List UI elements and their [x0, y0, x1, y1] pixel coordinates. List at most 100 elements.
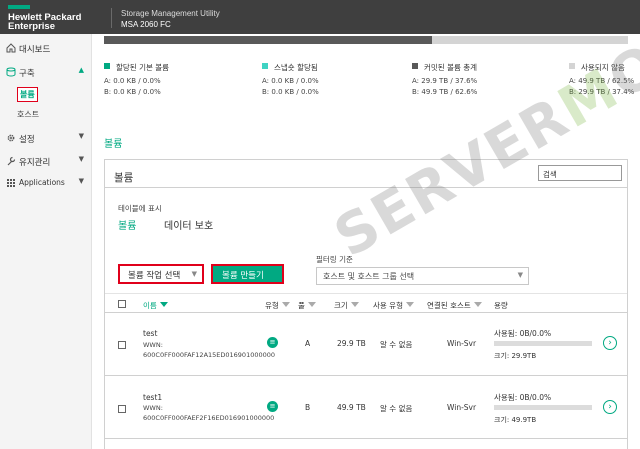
capacity-size-value: 크기: 49.9TB — [494, 416, 537, 424]
usage-type-value: 알 수 없음 — [380, 404, 413, 413]
size-value: 29.9 TB — [337, 339, 366, 348]
volume-type-icon: ≡ — [267, 337, 278, 348]
wwn-value: 600C0FF000FAF12A15ED016901000000 — [143, 351, 276, 359]
legend-title: 스냅숏 할당됨 — [274, 63, 318, 72]
volume-type-icon: ≡ — [267, 401, 278, 412]
grid-icon — [7, 179, 15, 187]
attached-host-value[interactable]: Win-Svr — [447, 403, 476, 412]
host-filter-value: 호스트 및 호스트 그룹 선택 — [323, 272, 415, 281]
sidebar-item-settings[interactable]: 설정 ▼ — [0, 127, 92, 149]
row-details-arrow-icon[interactable]: › — [603, 400, 617, 414]
top-bar: Hewlett Packard Enterprise Storage Manag… — [0, 0, 640, 34]
sidebar-subitem-hosts[interactable]: 호스트 — [17, 109, 39, 120]
main-content: 할당된 기본 볼륨 A: 0.0 KB / 0.0% B: 0.0 KB / 0… — [92, 7, 640, 449]
capacity-size-value: 크기: 29.9TB — [494, 352, 537, 360]
chevron-down-icon: ▼ — [191, 270, 197, 278]
sidebar-item-label: Applications — [19, 178, 65, 187]
column-header-name[interactable]: 이름 — [143, 300, 168, 311]
legend-controller-a: A: 29.9 TB / 37.6% — [412, 77, 478, 85]
legend-title: 사용되지 않음 — [581, 63, 625, 72]
sidebar-item-maintenance[interactable]: 유지관리 ▼ — [0, 150, 92, 172]
sidebar-item-provisioning[interactable]: 구축 ▲ — [0, 61, 92, 83]
size-value: 49.9 TB — [337, 403, 366, 412]
chevron-down-icon: ▼ — [78, 132, 84, 140]
column-label: 유형 — [265, 301, 279, 310]
column-label: 이름 — [143, 301, 157, 310]
column-label: 용량 — [494, 301, 508, 310]
product-model: MSA 2060 FC — [121, 20, 171, 29]
row-checkbox[interactable] — [118, 405, 126, 413]
filter-label: 필터링 기준 — [316, 255, 353, 264]
legend-controller-b: B: 0.0 KB / 0.0% — [262, 88, 319, 96]
hpe-logo-bar — [8, 5, 30, 9]
select-all-checkbox[interactable] — [118, 300, 126, 308]
volume-name[interactable]: test1 — [143, 393, 162, 402]
usage-bar — [494, 405, 592, 410]
column-label: 풀 — [298, 301, 305, 310]
usage-bar — [494, 341, 592, 346]
legend-controller-b: B: 49.9 TB / 62.6% — [412, 88, 478, 96]
sidebar-subitem-volumes[interactable]: 볼륨 — [17, 87, 38, 102]
volumes-panel: 볼륨 검색 테이블에 표시 볼륨 데이터 보호 필터링 기준 볼륨 작업 선택 … — [104, 159, 628, 449]
bulk-action-select[interactable]: 볼륨 작업 선택 ▼ — [118, 264, 204, 284]
column-header-pool[interactable]: 풀 — [298, 300, 316, 311]
create-volume-button[interactable]: 볼륨 만들기 — [211, 264, 284, 284]
column-header-attached-hosts[interactable]: 연결된 호스트 — [427, 300, 482, 311]
column-header-usage-type[interactable]: 사용 유형 — [373, 300, 414, 311]
wrench-icon — [7, 156, 16, 166]
legend-controller-b: B: 0.0 KB / 0.0% — [104, 88, 161, 96]
chevron-up-icon: ▲ — [78, 66, 84, 74]
volume-name[interactable]: test — [143, 329, 157, 338]
row-details-arrow-icon[interactable]: › — [603, 336, 617, 350]
dashboard-icon — [6, 43, 16, 53]
chevron-down-icon: ▼ — [517, 271, 523, 279]
sidebar-item-applications[interactable]: Applications ▼ — [0, 172, 92, 194]
search-input[interactable]: 검색 — [538, 165, 622, 181]
legend-swatch — [412, 63, 418, 69]
column-label: 사용 유형 — [373, 301, 403, 310]
tab-volumes[interactable]: 볼륨 — [118, 217, 136, 232]
sort-desc-icon — [159, 302, 168, 307]
legend-controller-a: A: 0.0 KB / 0.0% — [262, 77, 319, 85]
bulk-action-value: 볼륨 작업 선택 — [128, 271, 181, 281]
column-header-size[interactable]: 크기 — [334, 300, 359, 311]
table-header: 이름 유형 풀 크기 사용 유형 연결된 호스트 용량 — [105, 293, 627, 313]
gear-icon — [7, 134, 15, 142]
legend-swatch — [569, 63, 575, 69]
wwn-label: WWN: — [143, 341, 163, 349]
sidebar-item-label: 구축 — [19, 69, 35, 79]
capacity-bar-committed — [104, 36, 433, 44]
sidebar-item-dashboard[interactable]: 대시보드 — [0, 37, 92, 59]
sort-icon — [350, 302, 359, 307]
legend-title: 커밋된 볼륨 총계 — [424, 63, 478, 72]
brand-name-line2: Enterprise — [8, 21, 55, 32]
sort-icon — [281, 302, 290, 307]
column-header-type[interactable]: 유형 — [265, 300, 290, 311]
panel-divider — [105, 187, 627, 188]
panel-title: 볼륨 — [114, 172, 134, 184]
sidebar-item-label: 유지관리 — [19, 158, 51, 168]
sidebar-item-label: 설정 — [19, 135, 35, 145]
sort-icon — [405, 302, 414, 307]
database-icon — [6, 67, 16, 77]
column-label: 크기 — [334, 301, 348, 310]
sidebar: 대시보드 구축 ▲ 볼륨 호스트 설정 ▼ 유지관리 ▼ Application… — [0, 34, 92, 449]
page-title: 볼륨 — [104, 139, 123, 150]
wwn-value: 600C0FF000FAEF2F16ED016901000000 — [143, 414, 275, 422]
sort-icon — [307, 302, 316, 307]
column-header-capacity: 용량 — [494, 300, 508, 311]
capacity-bar — [104, 36, 628, 44]
tab-data-protection[interactable]: 데이터 보호 — [164, 217, 213, 232]
row-checkbox[interactable] — [118, 341, 126, 349]
table-row[interactable]: test1 WWN: 600C0FF000FAEF2F16ED016901000… — [105, 377, 627, 439]
table-display-label: 테이블에 표시 — [118, 204, 162, 213]
chevron-down-icon: ▼ — [78, 155, 84, 163]
legend-controller-b: B: 29.9 TB / 37.4% — [569, 88, 635, 96]
sort-icon — [473, 302, 482, 307]
legend-title: 할당된 기본 볼륨 — [116, 63, 170, 72]
table-row[interactable]: test WWN: 600C0FF000FAF12A15ED0169010000… — [105, 314, 627, 376]
legend-controller-a: A: 49.9 TB / 62.5% — [569, 77, 635, 85]
host-filter-select[interactable]: 호스트 및 호스트 그룹 선택 ▼ — [316, 267, 529, 285]
legend-swatch — [104, 63, 110, 69]
attached-host-value[interactable]: Win-Svr — [447, 339, 476, 348]
